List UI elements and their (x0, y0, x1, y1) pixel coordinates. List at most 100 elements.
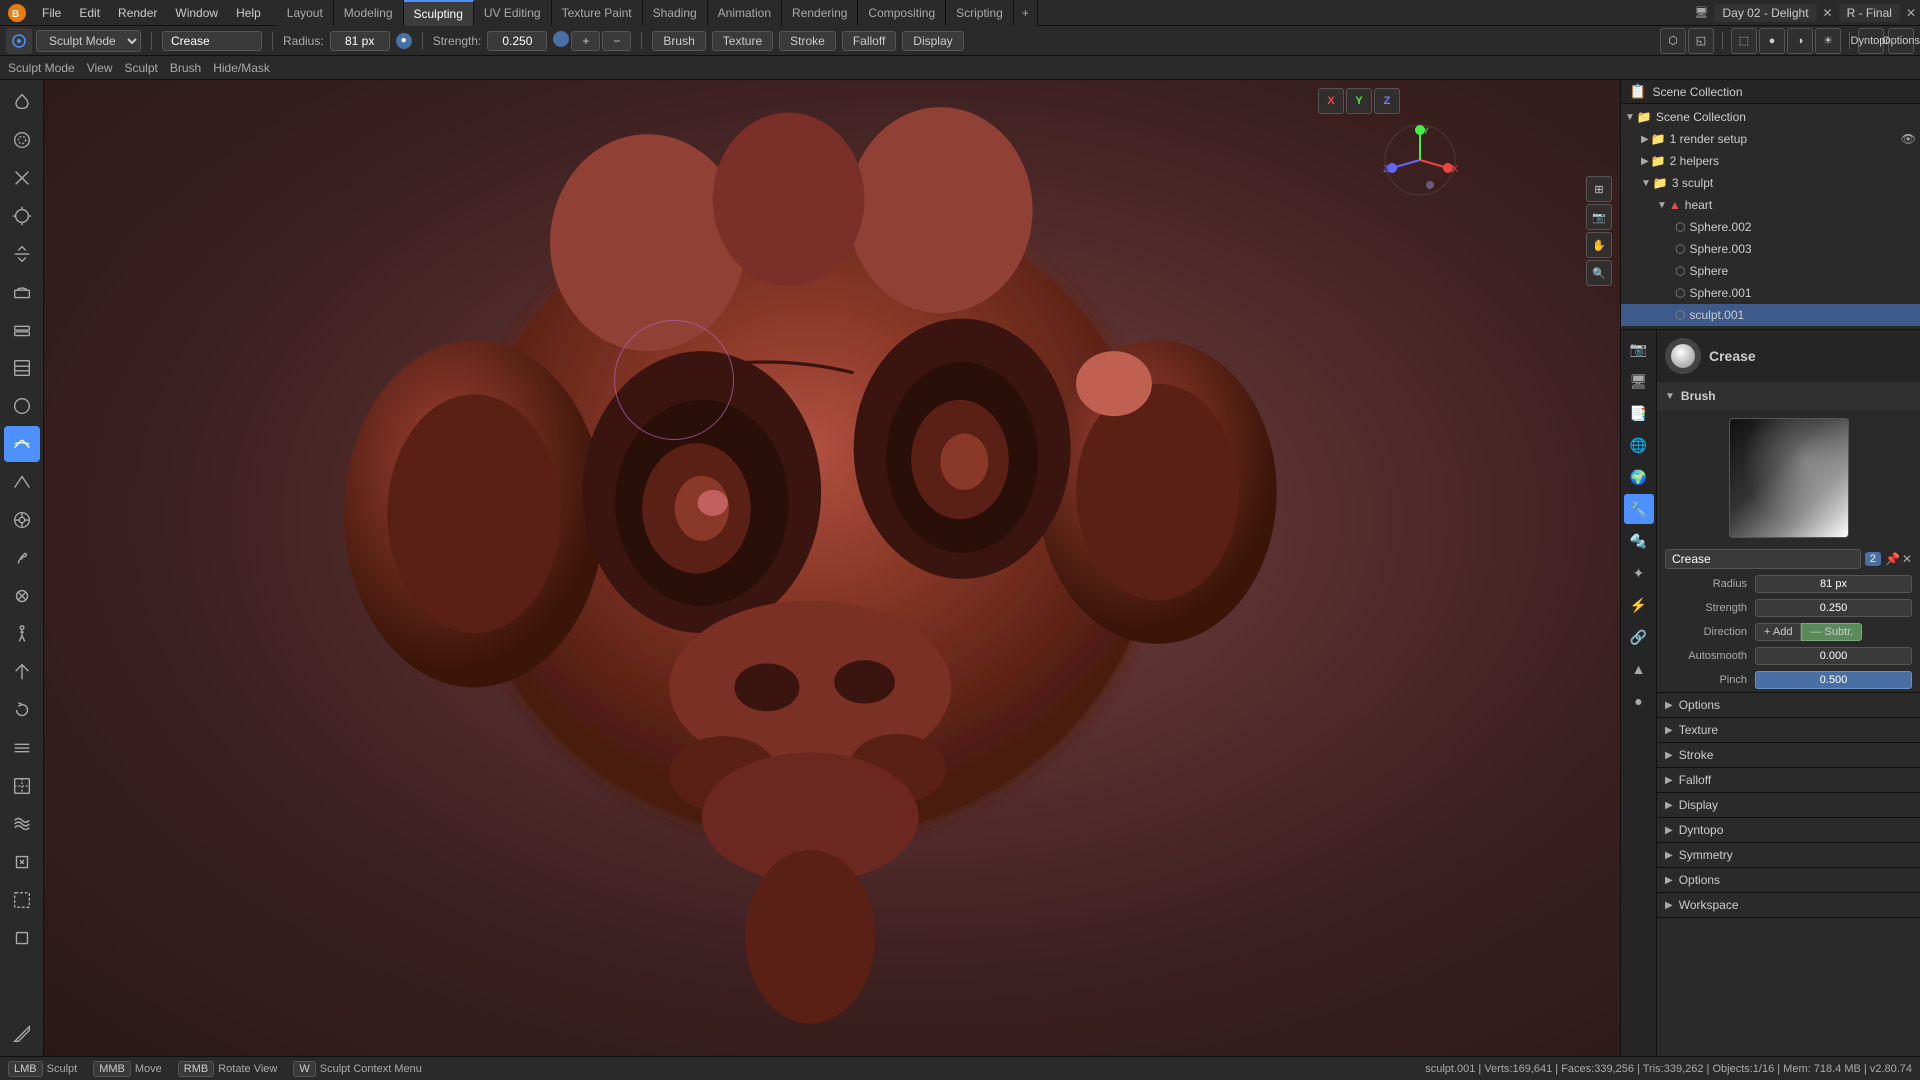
outliner-scene-collection[interactable]: ▼ 📁 Scene Collection (1621, 106, 1920, 128)
xray-btn[interactable]: ◱ (1688, 28, 1714, 54)
collapsible-header-falloff[interactable]: ▶ Falloff (1657, 768, 1920, 792)
prop-icon-view-layer[interactable]: 📑 (1624, 398, 1654, 428)
tool-pinch[interactable] (4, 160, 40, 196)
prop-icon-output[interactable]: 🖥 (1624, 366, 1654, 396)
submenu-view[interactable]: View (87, 61, 113, 75)
outliner-sphere-003[interactable]: ⬡ Sphere.003 (1621, 238, 1920, 260)
blender-logo[interactable]: B (4, 0, 30, 26)
zoom-btn[interactable]: 🔍 (1586, 260, 1612, 286)
tool-blob[interactable] (4, 388, 40, 424)
tab-compositing[interactable]: Compositing (858, 0, 946, 26)
scene-name[interactable]: R - Final (1839, 4, 1900, 22)
options-dropdown[interactable]: Options (1888, 28, 1914, 54)
outliner-sphere[interactable]: ⬡ Sphere (1621, 260, 1920, 282)
axis-z-btn[interactable]: Z (1374, 88, 1400, 114)
wireframe-btn[interactable]: ⬚ (1731, 28, 1757, 54)
viewport[interactable]: X Y Z ⊞ 📷 ✋ 🔍 X Y (44, 80, 1620, 1056)
eye-render-setup[interactable]: 👁 (1901, 132, 1916, 146)
outliner-helpers[interactable]: ▶ 📁 2 helpers (1621, 150, 1920, 172)
brush-name-field[interactable]: Crease (1665, 549, 1861, 569)
menu-window[interactable]: Window (167, 4, 226, 22)
prop-icon-render[interactable]: 📷 (1624, 334, 1654, 364)
grab-vp-btn[interactable]: ✋ (1586, 232, 1612, 258)
tool-flatten[interactable] (4, 236, 40, 272)
brush-btn[interactable]: Brush (652, 31, 705, 51)
collapsible-header-options2[interactable]: ▶ Options (1657, 868, 1920, 892)
tool-simplify[interactable] (4, 844, 40, 880)
outliner-heart[interactable]: ▼ ▲ heart (1621, 194, 1920, 216)
mode-icon[interactable] (6, 28, 32, 54)
collapsible-header-texture[interactable]: ▶ Texture (1657, 718, 1920, 742)
submenu-brush[interactable]: Brush (170, 61, 201, 75)
brush-section-header[interactable]: ▼ Brush (1657, 382, 1920, 410)
tab-shading[interactable]: Shading (643, 0, 708, 26)
file-close[interactable]: ✕ (1823, 6, 1833, 20)
outliner-render-setup[interactable]: ▶ 📁 1 render setup 👁 (1621, 128, 1920, 150)
submenu-sculpt[interactable]: Sculpt (125, 61, 158, 75)
tool-thumb[interactable] (4, 578, 40, 614)
rotation-gizmo[interactable]: X Y Z (1380, 120, 1460, 200)
stroke-btn[interactable]: Stroke (779, 31, 836, 51)
menu-render[interactable]: Render (110, 4, 165, 22)
prop-icon-material[interactable]: ● (1624, 686, 1654, 716)
scene-close[interactable]: ✕ (1906, 6, 1916, 20)
tool-annotate[interactable] (4, 1016, 40, 1052)
outliner-sphere-001[interactable]: ⬡ Sphere.001 (1621, 282, 1920, 304)
collapsible-header-symmetry[interactable]: ▶ Symmetry (1657, 843, 1920, 867)
falloff-btn[interactable]: Falloff (842, 31, 896, 51)
tool-inflate[interactable] (4, 198, 40, 234)
brush-preview[interactable] (1729, 418, 1849, 538)
autosmooth-prop-value[interactable]: 0.000 (1755, 647, 1912, 665)
tool-snake-hook[interactable] (4, 540, 40, 576)
tool-pose[interactable] (4, 616, 40, 652)
radius-icon[interactable]: ● (396, 33, 412, 49)
prop-icon-scene[interactable]: 🌐 (1624, 430, 1654, 460)
prop-icon-particles[interactable]: ✦ (1624, 558, 1654, 588)
submenu-hide-mask[interactable]: Hide/Mask (213, 61, 270, 75)
submenu-sculpt-mode[interactable]: Sculpt Mode (8, 61, 75, 75)
tab-sculpting[interactable]: Sculpting (404, 0, 474, 26)
camera-btn[interactable]: 📷 (1586, 204, 1612, 230)
render-btn[interactable]: ☀ (1815, 28, 1841, 54)
pinch-prop-value[interactable]: 0.500 (1755, 671, 1912, 689)
tool-draw[interactable] (4, 84, 40, 120)
prop-icon-constraints[interactable]: 🔗 (1624, 622, 1654, 652)
prop-icon-object[interactable]: 🔧 (1624, 494, 1654, 524)
tool-crease[interactable] (4, 426, 40, 462)
strength-prop-value[interactable]: 0.250 (1755, 599, 1912, 617)
solid-btn[interactable]: ● (1759, 28, 1785, 54)
tab-rendering[interactable]: Rendering (782, 0, 858, 26)
collapsible-header-display[interactable]: ▶ Display (1657, 793, 1920, 817)
perspective-btn[interactable]: ⊞ (1586, 176, 1612, 202)
strength-dot[interactable] (553, 31, 569, 47)
brush-close-icon[interactable]: ✕ (1902, 552, 1912, 566)
collapsible-header-dyntopo[interactable]: ▶ Dyntopo (1657, 818, 1920, 842)
radius-prop-value[interactable]: 81 px (1755, 575, 1912, 593)
overlay-btn[interactable]: ⬡ (1660, 28, 1686, 54)
menu-edit[interactable]: Edit (71, 4, 108, 22)
tool-cloth[interactable] (4, 806, 40, 842)
radius-field[interactable]: 81 px (330, 31, 390, 51)
sub-btn[interactable]: − (602, 31, 631, 51)
tab-modeling[interactable]: Modeling (334, 0, 404, 26)
tab-layout[interactable]: Layout (277, 0, 334, 26)
direction-add-btn[interactable]: + Add (1755, 623, 1801, 641)
tool-boundary[interactable] (4, 768, 40, 804)
tool-clay-strips[interactable] (4, 312, 40, 348)
prop-icon-world[interactable]: 🌍 (1624, 462, 1654, 492)
tool-nudge[interactable] (4, 654, 40, 690)
tool-elastic[interactable] (4, 502, 40, 538)
tab-scripting[interactable]: Scripting (946, 0, 1014, 26)
axis-x-btn[interactable]: X (1318, 88, 1344, 114)
outliner-sculpt-001[interactable]: ⬡ sculpt.001 (1621, 304, 1920, 326)
material-btn[interactable]: ◑ (1787, 28, 1813, 54)
tab-add[interactable]: + (1014, 0, 1038, 26)
direction-sub-btn[interactable]: — Subtr. (1801, 623, 1862, 641)
tool-draw-sharp[interactable] (4, 464, 40, 500)
axis-y-btn[interactable]: Y (1346, 88, 1372, 114)
texture-btn[interactable]: Texture (712, 31, 773, 51)
collapsible-header-stroke[interactable]: ▶ Stroke (1657, 743, 1920, 767)
dyntopo-dropdown[interactable]: Dyntopo (1858, 28, 1884, 54)
brush-pin-icon[interactable]: 📌 (1885, 552, 1900, 566)
tool-smooth[interactable] (4, 122, 40, 158)
